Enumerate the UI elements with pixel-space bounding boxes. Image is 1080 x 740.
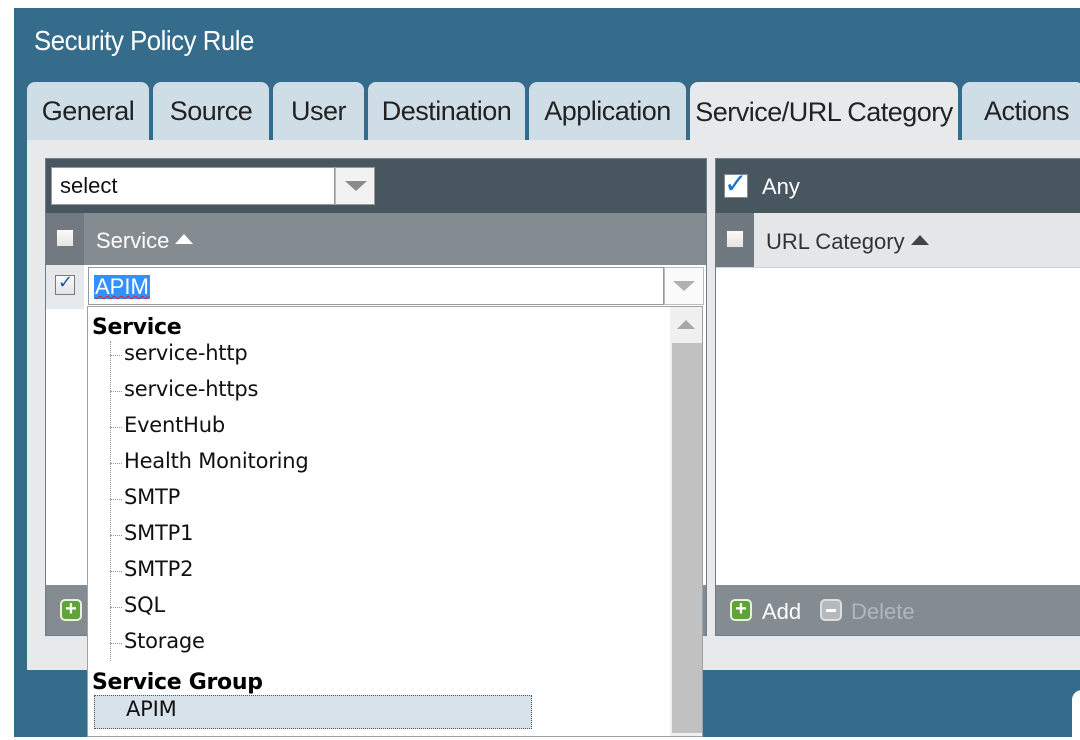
list-item-label: SMTP xyxy=(124,485,181,509)
scroll-up-icon xyxy=(677,320,695,329)
any-checkbox[interactable]: ✓ xyxy=(724,168,748,199)
checkmark-icon: ✓ xyxy=(724,168,748,199)
list-item-label: Health Monitoring xyxy=(124,449,309,473)
list-item-label: service-http xyxy=(124,341,248,365)
tab-general[interactable]: General xyxy=(27,82,149,140)
list-item-label: EventHub xyxy=(124,413,225,437)
service-select-dropdown-button[interactable] xyxy=(335,167,375,205)
checkmark-icon: ✓ xyxy=(58,272,74,292)
delete-icon[interactable] xyxy=(820,599,842,621)
tab-source[interactable]: Source xyxy=(153,82,269,140)
url-select-all-cell xyxy=(716,213,754,267)
chevron-down-icon xyxy=(345,181,367,191)
row-checkbox-cell: ✓ xyxy=(46,265,84,309)
url-toolbar: ✓ Any xyxy=(716,159,1080,213)
group-label-service: Service xyxy=(92,315,182,340)
chevron-down-icon xyxy=(673,281,695,291)
scrollbar-thumb[interactable] xyxy=(672,343,702,733)
group-label-service-group: Service Group xyxy=(92,670,263,695)
service-grid-header: Service xyxy=(46,213,706,265)
list-item-label: SMTP1 xyxy=(124,521,194,545)
service-column-label: Service xyxy=(96,228,170,253)
select-all-checkbox[interactable] xyxy=(56,229,74,247)
service-column-header[interactable]: Service xyxy=(96,228,194,254)
list-item-label: SQL xyxy=(124,593,165,617)
tab-destination[interactable]: Destination xyxy=(368,82,525,140)
url-category-column-header[interactable]: URL Category xyxy=(766,229,929,255)
url-footer: + Add Delete xyxy=(716,585,1080,635)
url-select-all-checkbox[interactable] xyxy=(726,230,744,248)
add-icon[interactable]: + xyxy=(60,599,82,621)
background-window-edge xyxy=(1072,690,1080,740)
url-category-panel: ✓ Any URL Category + Add Delete xyxy=(715,158,1080,636)
select-all-cell xyxy=(46,213,84,265)
list-item-label: Storage xyxy=(124,629,205,653)
tab-service-url-category[interactable]: Service/URL Category xyxy=(690,82,958,142)
service-input-value: APIM xyxy=(94,274,150,299)
list-item-label: service-https xyxy=(124,377,259,401)
url-category-column-label: URL Category xyxy=(766,229,905,254)
dropdown-scrollbar[interactable] xyxy=(670,307,702,736)
delete-button[interactable]: Delete xyxy=(851,599,915,625)
tab-user[interactable]: User xyxy=(273,82,364,140)
service-combo-input[interactable]: APIM xyxy=(88,267,664,305)
service-toolbar: select xyxy=(46,159,706,213)
add-button[interactable]: Add xyxy=(762,599,801,625)
tree-connector xyxy=(110,341,111,661)
service-dropdown-list[interactable]: Service service-http service-https Event… xyxy=(87,306,703,737)
add-icon[interactable]: + xyxy=(730,599,752,621)
sort-asc-icon xyxy=(175,234,194,245)
tab-application[interactable]: Application xyxy=(529,82,686,140)
row-checkbox[interactable]: ✓ xyxy=(55,272,75,295)
service-combo-dropdown-button[interactable] xyxy=(664,267,704,305)
any-label: Any xyxy=(762,174,800,199)
url-grid-header: URL Category xyxy=(716,213,1080,268)
list-item-label: SMTP2 xyxy=(124,557,194,581)
scroll-up-button[interactable] xyxy=(670,307,702,341)
tab-actions[interactable]: Actions xyxy=(962,82,1080,140)
sort-asc-icon xyxy=(910,235,929,246)
service-select[interactable]: select xyxy=(51,167,335,205)
dialog-title: Security Policy Rule xyxy=(34,25,254,56)
list-item-label: APIM xyxy=(126,697,177,721)
